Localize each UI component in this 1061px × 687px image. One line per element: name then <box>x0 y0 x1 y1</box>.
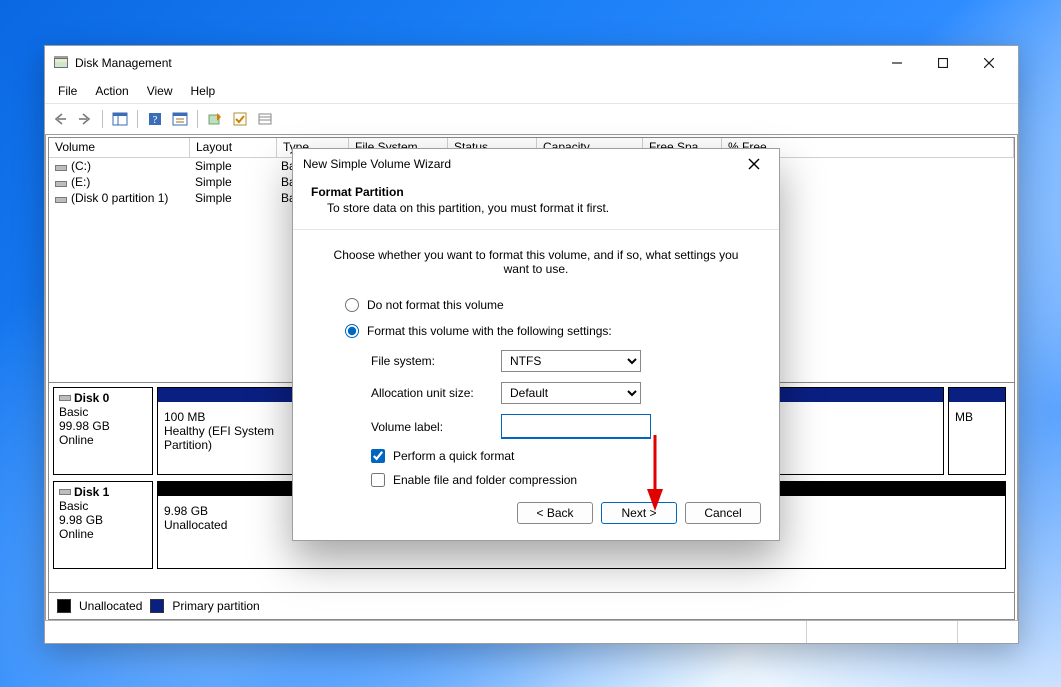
menu-file[interactable]: File <box>49 82 86 100</box>
partition[interactable]: MB <box>948 387 1006 475</box>
settings-button[interactable] <box>169 108 191 130</box>
menubar: File Action View Help <box>45 80 1018 103</box>
checkbox-quick-format[interactable]: Perform a quick format <box>371 449 749 463</box>
dialog-title: New Simple Volume Wizard <box>303 157 451 171</box>
wizard-subheading: To store data on this partition, you mus… <box>311 201 761 215</box>
checkbox-compression-input[interactable] <box>371 473 385 487</box>
checkbox-compression[interactable]: Enable file and folder compression <box>371 473 749 487</box>
volume-label-input[interactable] <box>501 414 651 439</box>
app-icon <box>53 55 69 71</box>
volume-name: (Disk 0 partition 1) <box>71 190 168 206</box>
statusbar <box>45 620 1018 643</box>
checkbox-quick-format-input[interactable] <box>371 449 385 463</box>
menu-view[interactable]: View <box>138 82 182 100</box>
cancel-button[interactable]: Cancel <box>685 502 761 524</box>
partition[interactable]: 100 MB Healthy (EFI System Partition) <box>157 387 294 475</box>
nav-back-button[interactable] <box>49 108 71 130</box>
help-button[interactable]: ? <box>144 108 166 130</box>
disk-icon <box>59 392 71 402</box>
legend: Unallocated Primary partition <box>48 593 1015 620</box>
volume-name: (C:) <box>71 158 91 174</box>
toolbar: ? <box>45 103 1018 135</box>
menu-action[interactable]: Action <box>86 82 137 100</box>
legend-swatch-unalloc <box>57 599 71 613</box>
legend-swatch-primary <box>150 599 164 613</box>
dialog-titlebar[interactable]: New Simple Volume Wizard <box>293 149 779 179</box>
disk-info: Disk 0 Basic 99.98 GB Online <box>53 387 153 475</box>
window-title: Disk Management <box>75 56 172 70</box>
back-button[interactable]: < Back <box>517 502 593 524</box>
volume-name: (E:) <box>71 174 90 190</box>
menu-help[interactable]: Help <box>182 82 225 100</box>
col-volume[interactable]: Volume <box>49 138 190 158</box>
disk-name: Disk 0 <box>74 391 109 405</box>
drive-icon <box>55 193 67 203</box>
col-layout[interactable]: Layout <box>190 138 277 158</box>
disk-info: Disk 1 Basic 9.98 GB Online <box>53 481 153 569</box>
radio-do-not-format-input[interactable] <box>345 298 359 312</box>
show-hide-tree-button[interactable] <box>109 108 131 130</box>
disk-name: Disk 1 <box>74 485 109 499</box>
legend-label-primary: Primary partition <box>172 599 259 613</box>
label-allocation-unit: Allocation unit size: <box>371 386 501 400</box>
radio-format[interactable]: Format this volume with the following se… <box>345 324 749 338</box>
drive-icon <box>55 177 67 187</box>
action-button-1[interactable] <box>204 108 226 130</box>
radio-format-input[interactable] <box>345 324 359 338</box>
radio-do-not-format[interactable]: Do not format this volume <box>345 298 749 312</box>
wizard-intro: Choose whether you want to format this v… <box>323 248 749 276</box>
close-button[interactable] <box>966 46 1012 80</box>
file-system-select[interactable]: NTFS <box>501 350 641 372</box>
disk-icon <box>59 486 71 496</box>
nav-forward-button[interactable] <box>74 108 96 130</box>
next-button[interactable]: Next > <box>601 502 677 524</box>
minimize-button[interactable] <box>874 46 920 80</box>
wizard-heading: Format Partition <box>311 185 761 199</box>
dialog-header: Format Partition To store data on this p… <box>293 179 779 230</box>
label-file-system: File system: <box>371 354 501 368</box>
legend-label-unalloc: Unallocated <box>79 599 142 613</box>
new-simple-volume-wizard: New Simple Volume Wizard Format Partitio… <box>292 148 780 541</box>
allocation-unit-select[interactable]: Default <box>501 382 641 404</box>
action-button-2[interactable] <box>229 108 251 130</box>
drive-icon <box>55 161 67 171</box>
dialog-close-button[interactable] <box>739 149 769 179</box>
action-button-3[interactable] <box>254 108 276 130</box>
maximize-button[interactable] <box>920 46 966 80</box>
label-volume-label: Volume label: <box>371 420 501 434</box>
titlebar[interactable]: Disk Management <box>45 46 1018 80</box>
svg-text:?: ? <box>153 114 158 126</box>
